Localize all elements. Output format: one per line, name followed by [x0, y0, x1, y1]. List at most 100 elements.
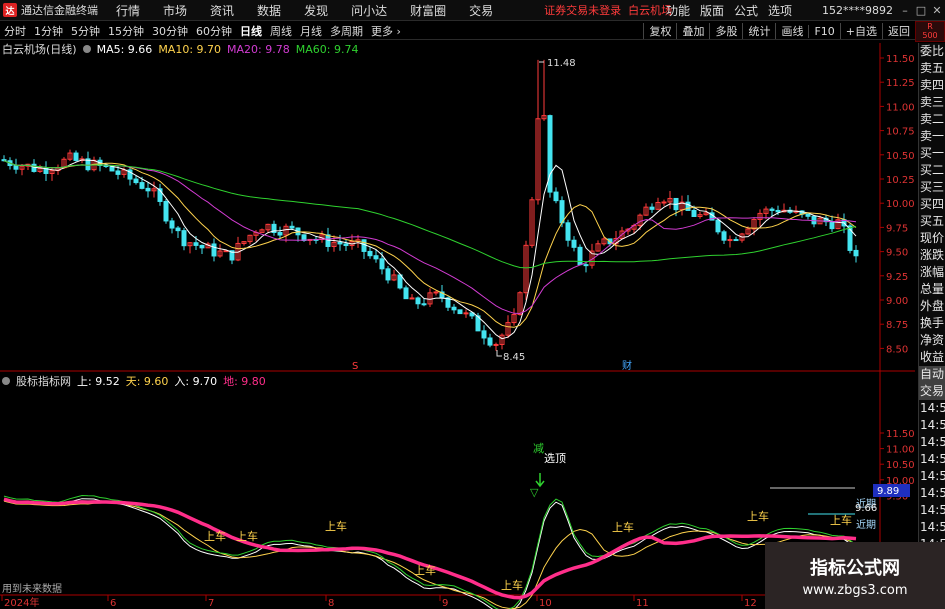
candle-body [13, 165, 19, 170]
candle-body [661, 201, 667, 204]
side-panel-item[interactable]: 交易 [919, 383, 945, 400]
side-panel-item[interactable]: 卖二 [919, 111, 945, 128]
candle-body [409, 297, 415, 300]
candle-body [211, 243, 217, 257]
side-panel-item[interactable]: 14:56 [919, 502, 945, 519]
candle-body [397, 274, 403, 289]
axis-tick-label: 9.50 [886, 248, 908, 259]
side-panel-item[interactable]: 买四 [919, 196, 945, 213]
side-panel-item[interactable]: 买三 [919, 179, 945, 196]
buy-signal-label: 上车 [204, 529, 226, 543]
candle-body [133, 178, 139, 184]
candle-body [727, 239, 733, 242]
candle-body [571, 239, 577, 248]
close-icon[interactable]: ✕ [929, 4, 945, 17]
candle-body [433, 291, 439, 294]
candle-body [421, 303, 427, 306]
candle-body [451, 306, 457, 311]
side-panel-item[interactable]: 卖五 [919, 60, 945, 77]
axis-tick-label: 11.50 [886, 54, 915, 65]
side-panel-item[interactable]: 外盘 [919, 298, 945, 315]
buy-signal-label: 上车 [612, 520, 634, 534]
date-tick-label: 12 [744, 598, 757, 609]
r500-badge[interactable]: R 500 [915, 21, 945, 42]
side-panel-item[interactable]: 14:56 [919, 519, 945, 536]
candle-body [715, 219, 721, 233]
buy-signal-label: 上车 [325, 519, 347, 533]
indicator-up-line [3, 498, 857, 609]
candle-body [139, 182, 145, 189]
candle-body [379, 258, 385, 270]
candle-body [493, 343, 499, 346]
candle-body [565, 222, 571, 241]
buy-signal-label: 上车 [830, 513, 852, 527]
side-panel-item[interactable]: 涨幅 [919, 264, 945, 281]
axis-tick-label: 11.00 [886, 102, 915, 113]
side-panel-item[interactable]: 14:56 [919, 417, 945, 434]
side-panel-item[interactable]: 14:56 [919, 485, 945, 502]
candle-body [649, 206, 655, 210]
candle-body [583, 264, 589, 267]
candle-body [193, 242, 199, 246]
side-panel-item[interactable]: 净资 [919, 332, 945, 349]
candle-body [163, 200, 169, 222]
axis-tick-label: 10.00 [886, 199, 915, 210]
low-price-label: 8.45 [503, 352, 525, 363]
side-panel-item[interactable]: 自动 [919, 366, 945, 383]
candle-body [559, 200, 565, 224]
axis-tick-label: 11.00 [886, 445, 915, 456]
side-panel-item[interactable]: 卖一 [919, 128, 945, 145]
side-panel-item[interactable]: 14:56 [919, 434, 945, 451]
quote-side-panel: 委比 卖五 卖四 卖三 卖二 卖一 买一 买二 买三 买四 买五 现价 涨跌 涨幅 总量 外盘 换手 净资 收益 自动… [918, 43, 945, 609]
candle-body [175, 227, 181, 232]
candle-body [733, 239, 739, 242]
axis-tick-label: 9.00 [886, 296, 908, 307]
candle-body [181, 230, 187, 247]
candle-body [577, 246, 583, 266]
indicator-enter-line [3, 494, 857, 609]
side-panel-item[interactable]: 收益 [919, 349, 945, 366]
candle-body [721, 231, 727, 241]
candle-body [487, 337, 493, 346]
date-tick-label: 2024年 [4, 596, 39, 609]
candle-body [337, 241, 343, 245]
buy-signal-label: 上车 [414, 563, 436, 577]
date-tick-label: 8 [328, 598, 334, 609]
indicator-ground-line [3, 497, 857, 600]
date-axis: 2024年 6 7 8 9 10 11 12 [1, 595, 757, 609]
side-panel-item[interactable]: 委比 [919, 43, 945, 60]
side-panel-item[interactable]: 总量 [919, 281, 945, 298]
date-tick-label: 9 [442, 598, 448, 609]
side-panel-item[interactable]: 买二 [919, 162, 945, 179]
buy-signal-label: 上车 [501, 578, 523, 592]
side-panel-item[interactable]: 换手 [919, 315, 945, 332]
side-panel-item[interactable]: 14:56 [919, 451, 945, 468]
candle-body [463, 312, 469, 315]
side-panel-item[interactable]: 买一 [919, 145, 945, 162]
indicator-lines [3, 494, 857, 609]
side-panel-item[interactable]: 卖三 [919, 94, 945, 111]
moving-average-lines [3, 159, 857, 340]
side-panel-item[interactable]: 14:56 [919, 400, 945, 417]
side-panel-item[interactable]: 14:56 [919, 468, 945, 485]
watermark-url: www.zbgs3.com [802, 582, 908, 598]
side-panel-item[interactable]: 卖四 [919, 77, 945, 94]
candlesticks [1, 59, 859, 351]
candle-body [811, 215, 817, 225]
ma5-line [3, 159, 857, 340]
side-panel-item[interactable]: 买五 [919, 213, 945, 230]
candle-body [691, 209, 697, 217]
kline-chart[interactable]: 11.50 11.25 11.00 10.75 10.50 10.25 10.00 9.75 9… [0, 0, 918, 609]
side-panel-item[interactable]: 涨跌 [919, 247, 945, 264]
date-tick-label: 6 [110, 598, 116, 609]
current-price-tag-text: 9.89 [877, 486, 899, 497]
axis-tick-label: 10.50 [886, 151, 915, 162]
candle-body [373, 255, 379, 260]
side-panel-item[interactable]: 现价 [919, 230, 945, 247]
recent-label: 近期 [856, 518, 876, 531]
main-price-axis: 11.50 11.25 11.00 10.75 10.50 10.25 10.00 9.75 9… [880, 54, 915, 355]
axis-tick-label: 10.50 [886, 460, 915, 471]
candle-body [343, 243, 349, 247]
candle-body [115, 170, 121, 175]
candle-body [853, 249, 859, 257]
